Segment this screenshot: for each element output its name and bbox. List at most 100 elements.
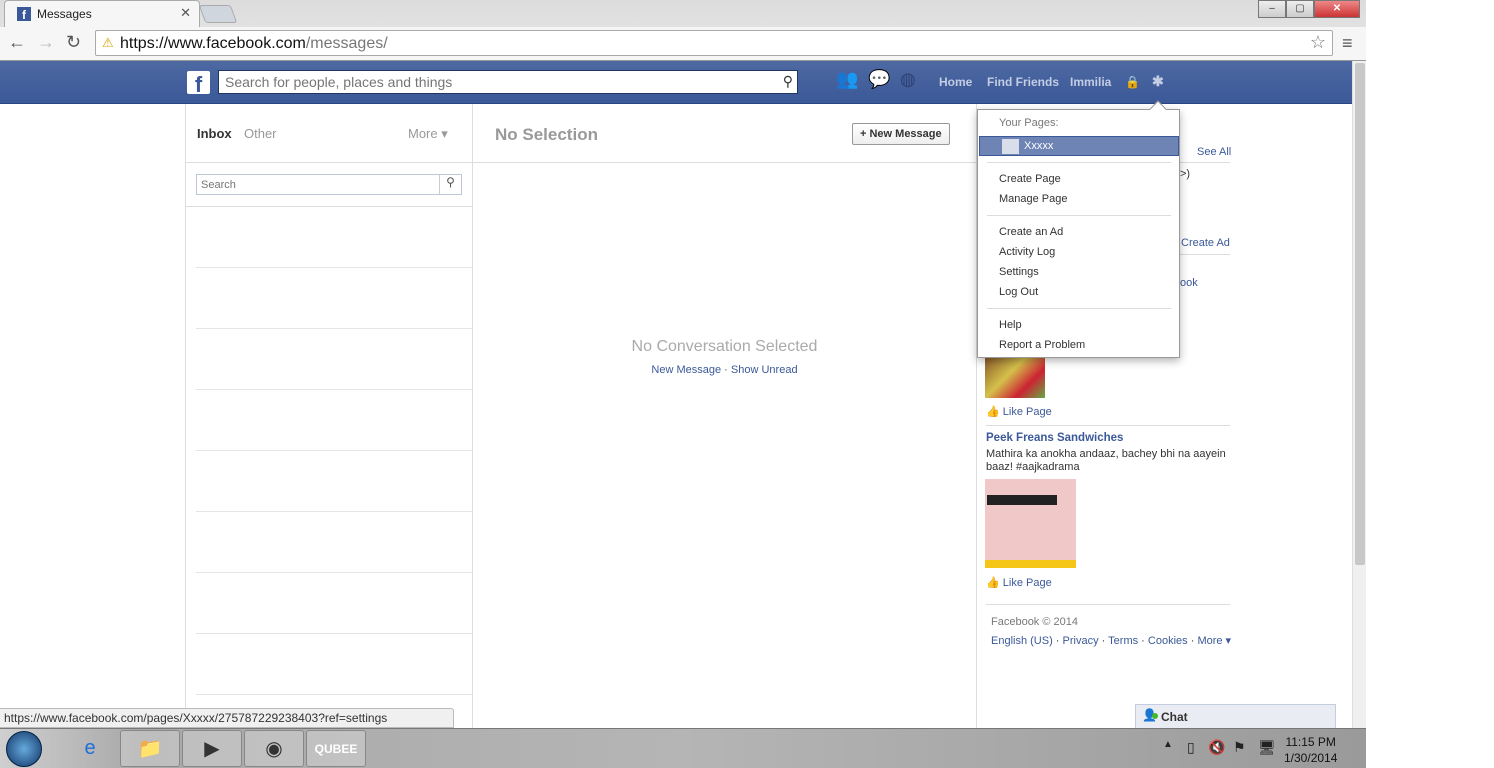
new-tab-button[interactable] (198, 5, 238, 23)
ad-image[interactable] (985, 358, 1045, 398)
minimize-button[interactable]: – (1258, 0, 1286, 18)
menu-log-out[interactable]: Log Out (999, 286, 1038, 298)
tab-other[interactable]: Other (244, 126, 277, 141)
thread-row[interactable] (196, 573, 472, 634)
privacy-link[interactable]: Privacy (1063, 635, 1099, 647)
facebook-favicon: f (17, 7, 31, 22)
search-icon[interactable]: ⚲ (783, 73, 793, 90)
browser-toolbar: ← → ↻ ⚠ https://www.facebook.com/message… (0, 27, 1366, 61)
maximize-button[interactable]: ▢ (1286, 0, 1314, 18)
thread-row[interactable] (196, 390, 472, 451)
like-page-label: Like Page (1002, 406, 1052, 418)
clock-date: 1/30/2014 (1284, 751, 1338, 765)
bookmark-star-icon[interactable]: ☆ (1310, 32, 1326, 53)
like-page-label: Like Page (1002, 577, 1052, 589)
page-scrollbar[interactable] (1352, 61, 1366, 728)
battery-icon[interactable]: ▯ (1187, 739, 1195, 756)
conversation-panel: No Selection + New Message No Conversati… (473, 104, 976, 728)
thread-row[interactable] (196, 268, 472, 329)
search-icon[interactable]: ⚲ (439, 175, 461, 194)
footer-links: English (US) · Privacy · Terms · Cookies… (991, 635, 1232, 647)
fb-search: ⚲ (218, 70, 798, 94)
ad-image[interactable] (985, 479, 1076, 568)
your-pages-heading: Your Pages: (999, 117, 1059, 129)
copyright: Facebook © 2014 (991, 616, 1078, 628)
lock-warning-icon: ⚠ (102, 35, 114, 50)
chat-label: Chat (1161, 710, 1188, 724)
menu-settings[interactable]: Settings (999, 266, 1039, 278)
ad-text: Mathira ka anokha andaaz, bachey bhi na … (986, 448, 1226, 473)
home-link[interactable]: Home (939, 75, 972, 89)
thumbs-up-icon: 👍 (986, 406, 1000, 418)
menu-manage-page[interactable]: Manage Page (999, 193, 1068, 205)
conversation-title: No Selection (495, 125, 598, 144)
online-dot-icon (1152, 713, 1158, 719)
thread-row[interactable] (196, 329, 472, 390)
thumbs-up-icon: 👍 (986, 577, 1000, 589)
chat-bar[interactable]: 👤 Chat (1135, 704, 1336, 728)
thread-row[interactable] (196, 512, 472, 573)
menu-create-page[interactable]: Create Page (999, 173, 1061, 185)
settings-dropdown-menu: Your Pages: Xxxxx Create Page Manage Pag… (977, 100, 1180, 358)
show-hidden-icons[interactable]: ▲ (1163, 739, 1173, 750)
thread-row[interactable] (196, 451, 472, 512)
close-tab-icon[interactable]: ✕ (180, 5, 191, 21)
menu-report-problem[interactable]: Report a Problem (999, 339, 1085, 351)
friend-requests-icon[interactable]: 👥 (836, 69, 858, 90)
create-ad-link[interactable]: Create Ad (1181, 237, 1230, 249)
clock[interactable]: 11:15 PM 1/30/2014 (1284, 734, 1337, 766)
qubee-icon[interactable]: QUBEE (306, 730, 366, 767)
thread-row[interactable] (196, 634, 472, 695)
address-bar[interactable]: ⚠ https://www.facebook.com/messages/ ☆ (95, 30, 1333, 56)
more-dropdown[interactable]: More ▾ (408, 126, 448, 142)
like-page-link[interactable]: 👍 Like Page (986, 405, 1052, 418)
like-page-link[interactable]: 👍 Like Page (986, 576, 1052, 589)
menu-activity-log[interactable]: Activity Log (999, 246, 1055, 258)
file-explorer-icon[interactable]: 📁 (120, 730, 180, 767)
chrome-icon[interactable]: ◉ (244, 730, 304, 767)
ad-title[interactable]: Peek Freans Sandwiches (986, 432, 1123, 444)
message-search-input[interactable] (197, 175, 437, 194)
settings-gear-icon[interactable]: ✱ (1152, 73, 1164, 90)
network-icon[interactable]: 🖥 (1258, 739, 1276, 756)
close-window-button[interactable]: ✕ (1314, 0, 1360, 18)
terms-link[interactable]: Terms (1108, 635, 1138, 647)
new-message-link[interactable]: New Message (651, 364, 721, 376)
show-unread-link[interactable]: Show Unread (731, 364, 798, 376)
start-button[interactable] (6, 731, 42, 767)
forward-icon[interactable]: → (37, 32, 55, 53)
page-item-selected[interactable]: Xxxxx (979, 136, 1179, 156)
profile-link[interactable]: Immilia (1070, 75, 1111, 89)
fb-search-input[interactable] (219, 71, 759, 93)
browser-tab[interactable]: f Messages ✕ (4, 0, 200, 27)
messages-icon[interactable]: 💬 (868, 69, 890, 90)
clock-time: 11:15 PM (1285, 735, 1336, 749)
back-icon[interactable]: ← (8, 32, 26, 53)
privacy-shortcuts-icon[interactable]: 🔒 (1125, 75, 1140, 89)
browser-menu-icon[interactable]: ≡ (1342, 33, 1353, 54)
language-link[interactable]: English (US) (991, 635, 1053, 647)
find-friends-link[interactable]: Find Friends (987, 75, 1059, 89)
menu-help[interactable]: Help (999, 319, 1022, 331)
cookies-link[interactable]: Cookies (1148, 635, 1188, 647)
see-all-link[interactable]: See All (1197, 146, 1231, 158)
new-message-button[interactable]: + New Message (852, 123, 950, 145)
url-host: https://www.facebook.com (120, 35, 306, 52)
internet-explorer-icon[interactable]: e (60, 730, 120, 767)
action-center-flag-icon[interactable]: ⚑ (1233, 739, 1246, 756)
facebook-logo[interactable]: f (187, 71, 210, 97)
media-player-icon[interactable]: ▶ (182, 730, 242, 767)
tab-inbox[interactable]: Inbox (197, 126, 232, 141)
more-link[interactable]: More ▾ (1197, 635, 1231, 647)
notifications-globe-icon[interactable]: ◍ (900, 69, 916, 90)
url-path: /messages/ (305, 35, 388, 52)
thread-row[interactable] (196, 207, 472, 268)
menu-create-ad[interactable]: Create an Ad (999, 226, 1063, 238)
volume-muted-icon[interactable]: 🔇 (1208, 739, 1225, 756)
partial-link[interactable]: ook (1180, 277, 1198, 289)
thread-list-panel: Inbox Other More ▾ ⚲ (185, 104, 473, 728)
windows-taskbar: e 📁 ▶ ◉ QUBEE ▲ ▯ 🔇 ⚑ 🖥 11:15 PM 1/30/201… (0, 728, 1366, 768)
reload-icon[interactable]: ↻ (66, 32, 81, 53)
scrollbar-thumb[interactable] (1355, 63, 1365, 565)
tab-title: Messages (37, 7, 92, 21)
